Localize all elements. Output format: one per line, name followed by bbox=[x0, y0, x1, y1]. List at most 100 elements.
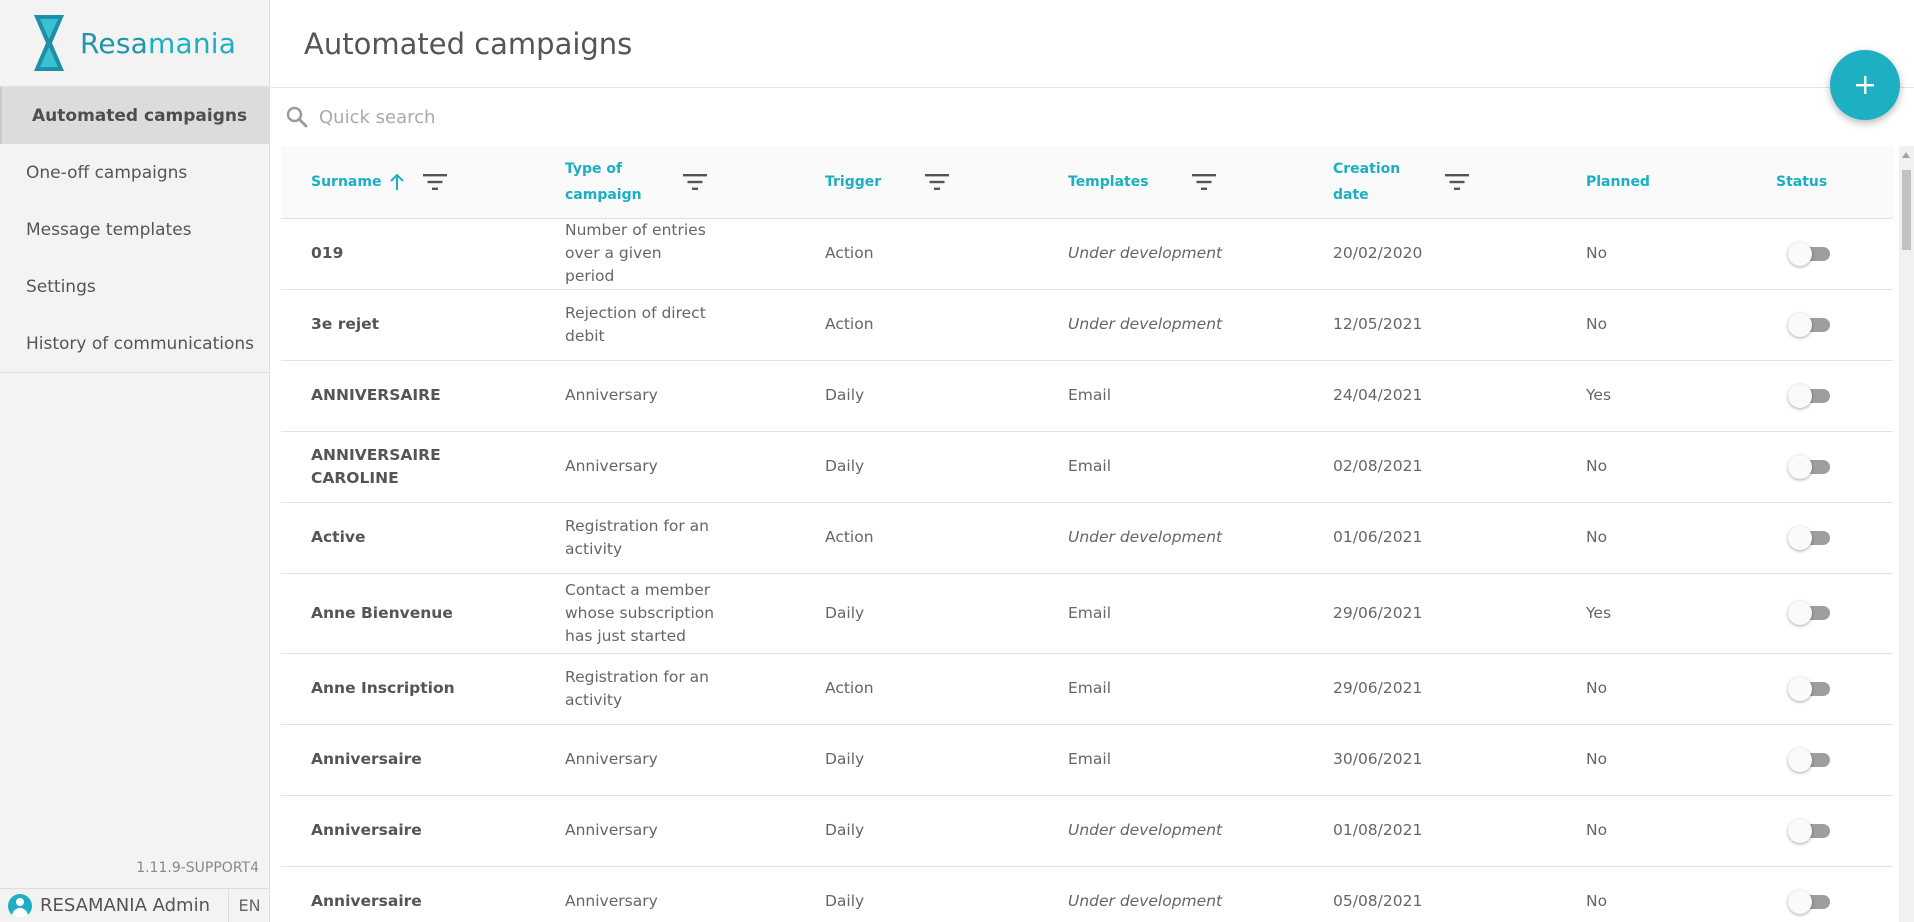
sidebar-item-message-templates[interactable]: Message templates bbox=[0, 201, 269, 258]
status-toggle[interactable] bbox=[1788, 383, 1832, 408]
brand-name: Resamania bbox=[80, 27, 236, 60]
column-header-templates[interactable]: Templates bbox=[1038, 146, 1303, 218]
cell-planned: Yes bbox=[1586, 603, 1612, 622]
cell-surname: Anne Inscription bbox=[311, 679, 455, 697]
scrollbar-thumb[interactable] bbox=[1902, 170, 1911, 250]
sidebar: Resamania Automated campaigns One-off ca… bbox=[0, 0, 270, 922]
cell-surname: Active bbox=[311, 528, 366, 546]
cell-type: Registration for an activity bbox=[565, 516, 709, 558]
status-toggle[interactable] bbox=[1788, 312, 1832, 337]
app-version: 1.11.9-SUPPORT4 bbox=[136, 860, 259, 876]
main-content: Automated campaigns Surname bbox=[271, 0, 1914, 922]
cell-templates: Email bbox=[1068, 750, 1112, 768]
cell-surname: 3e rejet bbox=[311, 315, 380, 333]
sidebar-nav: Automated campaigns One-off campaigns Me… bbox=[0, 86, 269, 373]
cell-creation-date: 20/02/2020 bbox=[1333, 244, 1423, 262]
table-row[interactable]: 019 Number of entries over a given perio… bbox=[281, 218, 1893, 289]
status-toggle[interactable] bbox=[1788, 747, 1832, 772]
user-name[interactable]: RESAMANIA Admin bbox=[40, 895, 228, 916]
filter-icon[interactable] bbox=[423, 173, 447, 191]
language-switcher[interactable]: EN bbox=[228, 888, 270, 922]
sidebar-item-settings[interactable]: Settings bbox=[0, 258, 269, 315]
table-row[interactable]: Anne Bienvenue Contact a member whose su… bbox=[281, 573, 1893, 653]
cell-surname: Anne Bienvenue bbox=[311, 603, 453, 622]
table-row[interactable]: 3e rejet Rejection of direct debit Actio… bbox=[281, 289, 1893, 360]
cell-creation-date: 12/05/2021 bbox=[1333, 315, 1423, 333]
cell-type: Contact a member whose subscription has … bbox=[565, 580, 715, 645]
status-toggle[interactable] bbox=[1788, 525, 1832, 550]
cell-templates: Under development bbox=[1068, 315, 1223, 333]
column-label-creation-date: Creation date bbox=[1333, 160, 1401, 203]
cell-planned: No bbox=[1586, 892, 1608, 910]
cell-creation-date: 02/08/2021 bbox=[1333, 457, 1423, 475]
column-header-type-of-campaign[interactable]: Type of campaign bbox=[535, 146, 795, 218]
page-header: Automated campaigns bbox=[271, 0, 1914, 88]
add-campaign-button[interactable] bbox=[1830, 50, 1900, 120]
cell-planned: No bbox=[1586, 528, 1608, 546]
sort-ascending-icon[interactable] bbox=[389, 173, 405, 191]
resamania-logo-icon bbox=[34, 15, 64, 71]
cell-type: Rejection of direct debit bbox=[565, 303, 706, 345]
status-toggle[interactable] bbox=[1788, 818, 1832, 843]
column-label-planned: Planned bbox=[1586, 173, 1650, 190]
cell-trigger: Action bbox=[825, 528, 874, 546]
filter-icon[interactable] bbox=[1192, 173, 1216, 191]
cell-status bbox=[1746, 724, 1893, 795]
cell-trigger: Action bbox=[825, 315, 874, 333]
cell-templates: Under development bbox=[1068, 892, 1223, 910]
scroll-up-arrow-icon[interactable] bbox=[1902, 152, 1910, 158]
table-row[interactable]: ANNIVERSAIRE Anniversary Daily Email 24/… bbox=[281, 360, 1893, 431]
cell-templates: Email bbox=[1068, 603, 1112, 622]
cell-planned: No bbox=[1586, 244, 1608, 262]
status-toggle[interactable] bbox=[1788, 601, 1832, 625]
sidebar-item-history-of-communications[interactable]: History of communications bbox=[0, 315, 269, 372]
sidebar-item-automated-campaigns[interactable]: Automated campaigns bbox=[0, 87, 269, 144]
cell-trigger: Daily bbox=[825, 457, 865, 475]
user-avatar-icon[interactable] bbox=[8, 893, 32, 918]
sidebar-item-one-off-campaigns[interactable]: One-off campaigns bbox=[0, 144, 269, 201]
cell-trigger: Daily bbox=[825, 386, 865, 404]
column-label-status: Status bbox=[1776, 173, 1828, 190]
cell-surname: 019 bbox=[311, 244, 344, 262]
table-row[interactable]: Anne Inscription Registration for an act… bbox=[281, 653, 1893, 724]
table-row[interactable]: Anniversaire Anniversary Daily Under dev… bbox=[281, 795, 1893, 866]
cell-type: Anniversary bbox=[565, 386, 658, 404]
column-header-status: Status bbox=[1746, 146, 1893, 218]
cell-type: Anniversary bbox=[565, 821, 658, 839]
cell-surname: ANNIVERSAIRE bbox=[311, 386, 441, 404]
page-title: Automated campaigns bbox=[304, 26, 633, 61]
status-toggle[interactable] bbox=[1788, 454, 1832, 479]
filter-icon[interactable] bbox=[1445, 173, 1469, 191]
column-header-trigger[interactable]: Trigger bbox=[795, 146, 1038, 218]
status-toggle[interactable] bbox=[1788, 241, 1832, 266]
cell-status bbox=[1746, 795, 1893, 866]
search-bar bbox=[271, 88, 1914, 146]
cell-status bbox=[1746, 653, 1893, 724]
cell-trigger: Action bbox=[825, 244, 874, 262]
status-toggle[interactable] bbox=[1788, 889, 1832, 914]
table-row[interactable]: Anniversaire Anniversary Daily Email 30/… bbox=[281, 724, 1893, 795]
filter-icon[interactable] bbox=[925, 173, 949, 191]
column-header-creation-date[interactable]: Creation date bbox=[1303, 146, 1556, 218]
table-row[interactable]: Anniversaire Anniversary Daily Under dev… bbox=[281, 866, 1893, 922]
table-row[interactable]: ANNIVERSAIRE CAROLINE Anniversary Daily … bbox=[281, 431, 1893, 502]
search-input[interactable] bbox=[319, 106, 919, 128]
column-label-trigger: Trigger bbox=[825, 173, 882, 190]
table-row[interactable]: Active Registration for an activity Acti… bbox=[281, 502, 1893, 573]
brand-logo[interactable]: Resamania bbox=[0, 0, 269, 86]
column-header-surname[interactable]: Surname bbox=[281, 146, 535, 218]
cell-creation-date: 29/06/2021 bbox=[1333, 603, 1423, 622]
filter-icon[interactable] bbox=[683, 173, 707, 191]
campaigns-table: Surname Type of campaign Trigger Templat… bbox=[281, 146, 1893, 922]
cell-status bbox=[1746, 218, 1893, 289]
cell-templates: Email bbox=[1068, 386, 1112, 404]
cell-surname: Anniversaire bbox=[311, 892, 422, 910]
cell-type: Anniversary bbox=[565, 892, 658, 910]
status-toggle[interactable] bbox=[1788, 676, 1832, 701]
table-scrollbar[interactable] bbox=[1899, 146, 1914, 922]
cell-trigger: Daily bbox=[825, 603, 865, 622]
plus-icon bbox=[1856, 76, 1874, 94]
cell-planned: No bbox=[1586, 679, 1608, 697]
search-icon bbox=[286, 106, 308, 128]
cell-templates: Email bbox=[1068, 679, 1112, 697]
